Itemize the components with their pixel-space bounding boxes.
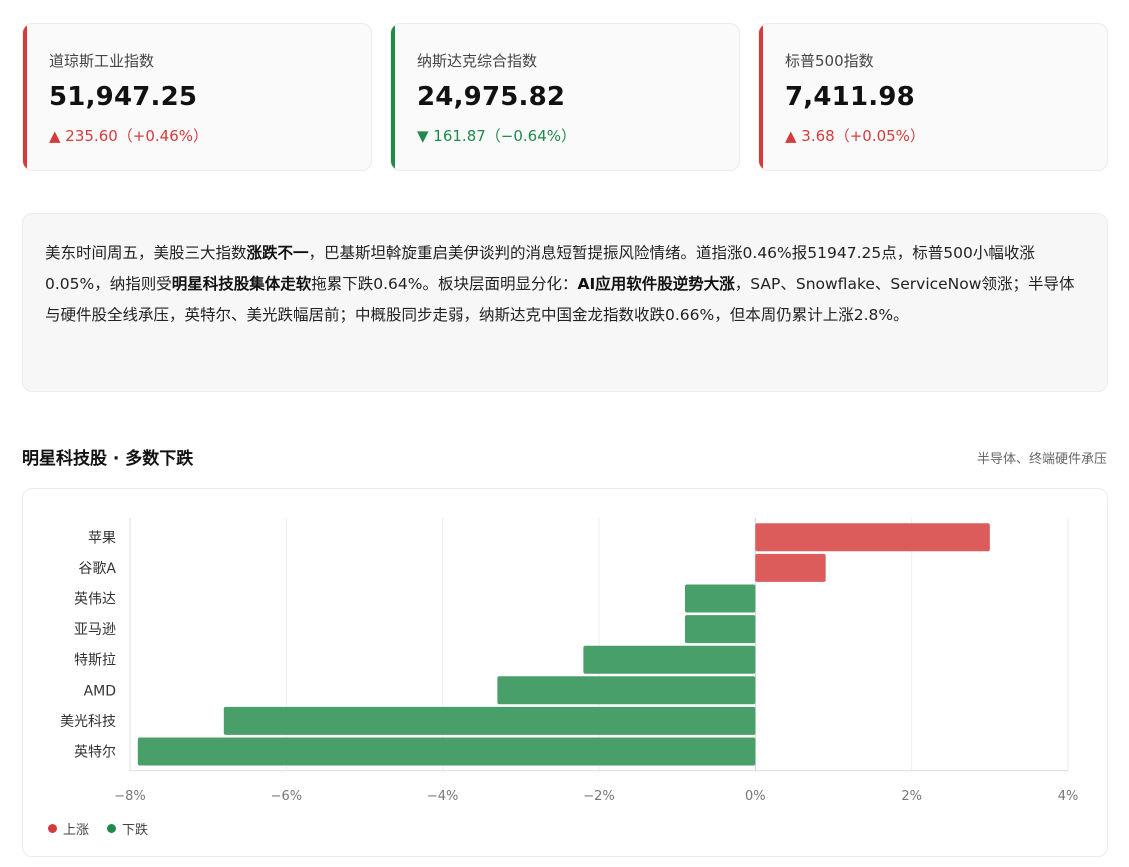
bar[interactable] (583, 645, 756, 674)
legend-dot-up-icon (48, 824, 57, 833)
index-change: ▲ 235.60（+0.46%） (49, 127, 209, 145)
category-label: 英伟达 (74, 591, 116, 608)
legend-item-up[interactable]: 上涨 (48, 819, 89, 838)
x-tick-label: 0% (745, 789, 766, 804)
chart-legend: 上涨 下跌 (48, 819, 166, 838)
category-label: 亚马逊 (74, 622, 116, 638)
chart-container: −8% −6% −4% −2% 0% 2% 4% 苹果谷歌A 英伟达亚马逊特斯拉 AMD 美光科技英… (22, 488, 1108, 857)
summary-bold: AI应用软件股逆势大涨 (577, 275, 735, 293)
index-value: 51,947.25 (49, 82, 198, 112)
bar[interactable] (755, 523, 990, 552)
index-change: ▼ 161.87（−0.64%） (417, 127, 577, 145)
legend-dot-down-icon (107, 824, 117, 833)
summary-bold: 涨跌不一 (246, 244, 309, 262)
bar-chart: −8% −6% −4% −2% 0% 2% 4% 苹果谷歌A 英伟达亚马逊特斯拉 AMD 美光科技英… (60, 518, 1079, 804)
x-tick-label: −4% (427, 789, 459, 804)
market-summary: 美东时间周五，美股三大指数涨跌不一，巴基斯坦斡旋重启美伊谈判的消息短暂提振风险情… (22, 213, 1108, 392)
index-card-nasdaq[interactable]: 纳斯达克综合指数 24,975.82 ▼ 161.87（−0.64%） (390, 23, 740, 171)
index-value: 7,411.98 (785, 82, 915, 112)
index-value: 24,975.82 (417, 82, 566, 112)
category-label: 特斯拉 (74, 653, 116, 669)
bar[interactable] (223, 706, 756, 735)
chart-title: 明星科技股 · 多数下跌 (22, 449, 194, 469)
index-change: ▲ 3.68（+0.05%） (785, 127, 925, 145)
legend-label-up: 上涨 (63, 823, 90, 838)
index-card-sp500[interactable]: 标普500指数 7,411.98 ▲ 3.68（+0.05%） (758, 23, 1108, 171)
x-tick-label: −2% (583, 789, 615, 804)
category-label: 美光科技 (60, 714, 116, 730)
card-accent-bar (759, 24, 763, 170)
bar[interactable] (684, 615, 756, 644)
category-label: 英特尔 (74, 744, 116, 761)
x-tick-label: 4% (1058, 789, 1079, 804)
x-tick-label: −8% (114, 789, 146, 804)
summary-text: 美东时间周五，美股三大指数 (45, 244, 247, 262)
bar[interactable] (755, 553, 826, 582)
bar[interactable] (497, 676, 756, 705)
category-label: 谷歌A (78, 561, 116, 577)
summary-text: 拖累下跌0.64%。板块层面明显分化： (311, 275, 578, 293)
summary-bold: 明星科技股集体走软 (171, 275, 312, 293)
x-tick-label: −6% (271, 789, 303, 804)
category-label: AMD (84, 683, 116, 699)
chart-note: 半导体、终端硬件承压 (976, 452, 1107, 467)
index-name: 道琼斯工业指数 (49, 52, 155, 70)
index-card-dow[interactable]: 道琼斯工业指数 51,947.25 ▲ 235.60（+0.46%） (22, 23, 372, 171)
category-label: 苹果 (88, 530, 116, 546)
index-name: 标普500指数 (785, 52, 874, 70)
index-name: 纳斯达克综合指数 (417, 52, 538, 70)
legend-label-down: 下跌 (122, 823, 149, 838)
index-cards: 道琼斯工业指数 51,947.25 ▲ 235.60（+0.46%） 纳斯达克综… (22, 23, 1108, 171)
legend-item-down[interactable]: 下跌 (107, 819, 148, 838)
x-tick-label: 2% (901, 789, 922, 804)
card-accent-bar (391, 24, 395, 170)
bar[interactable] (684, 584, 756, 613)
card-accent-bar (23, 24, 27, 170)
bar[interactable] (137, 737, 756, 766)
